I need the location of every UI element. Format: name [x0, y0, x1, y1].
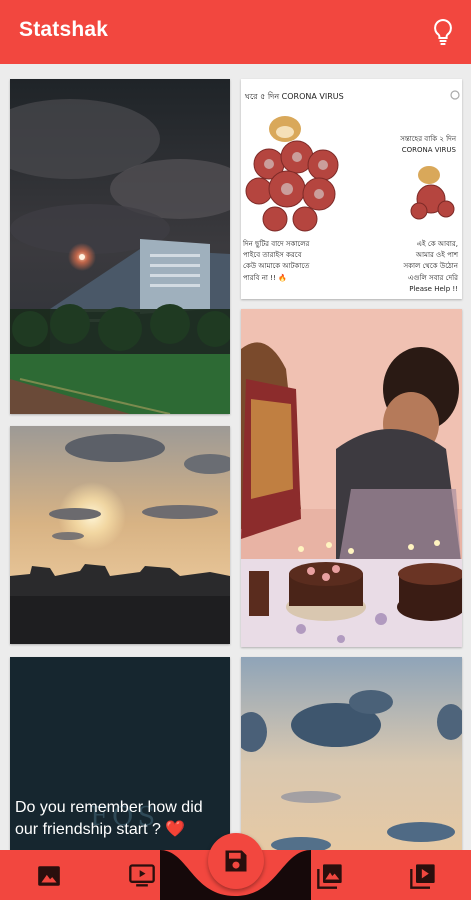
corona-left-line: দিন ছুটির বাদে সকালের: [243, 240, 310, 248]
corona-right-line: Please Help !!: [409, 284, 458, 293]
lightbulb-icon[interactable]: [431, 18, 455, 46]
night-building-image: [10, 79, 230, 414]
save-button[interactable]: [208, 833, 264, 889]
video-collection-icon[interactable]: [408, 861, 438, 891]
image-collection-icon[interactable]: [315, 861, 345, 891]
clouds-image: [241, 657, 462, 850]
status-tile-clouds[interactable]: [241, 657, 462, 850]
corona-right-caption: এই কে আবার, আমার ওই পাশ সকাল থেকে উঠোন এ…: [403, 239, 458, 295]
app-bar: Statshak: [0, 0, 471, 64]
corona-left-line: কেউ আমাকে আটকাতে: [243, 262, 310, 271]
image-icon[interactable]: [34, 861, 64, 891]
status-tile-corona-meme[interactable]: ঘরে ৫ দিন CORONA VIRUS সন্তাহের বাকি ২ দ…: [241, 79, 462, 299]
corona-right-header: সন্তাহের বাকি ২ দিন CORONA VIRUS: [400, 134, 456, 156]
corona-right-line: সকাল থেকে উঠোন: [403, 262, 458, 271]
save-icon: [225, 850, 247, 872]
quote-text: Do you remember how did our friendship s…: [15, 799, 203, 839]
corona-right-subtitle: CORONA VIRUS: [401, 146, 456, 155]
sunset-image: [10, 426, 230, 644]
corona-left-line: পাইবে তারাইস করবে: [243, 251, 302, 260]
corona-right-line: এগুলি সবার দেরি: [408, 273, 458, 282]
corona-left-caption: দিন ছুটির বাদে সকালের পাইবে তারাইস করবে …: [243, 239, 309, 284]
corona-right-line: আমার ওই পাশ: [415, 251, 458, 260]
status-tile-sunset[interactable]: [10, 426, 230, 644]
status-tile-night-building[interactable]: [10, 79, 230, 414]
app-title: Statshak: [19, 18, 109, 41]
video-icon[interactable]: [127, 861, 157, 891]
status-grid[interactable]: ঘরে ৫ দিন CORONA VIRUS সন্তাহের বাকি ২ দ…: [0, 64, 471, 850]
corona-right-title: সন্তাহের বাকি ২ দিন: [400, 135, 456, 143]
birthday-image: [241, 309, 462, 647]
corona-right-line: এই কে আবার,: [416, 240, 458, 248]
status-tile-quote[interactable]: FOS Do you remember how did our friendsh…: [10, 657, 230, 850]
corona-left-header: ঘরে ৫ দিন CORONA VIRUS: [245, 92, 344, 101]
corona-left-line: পারবি না !! 🔥: [243, 273, 287, 282]
status-tile-birthday[interactable]: [241, 309, 462, 647]
